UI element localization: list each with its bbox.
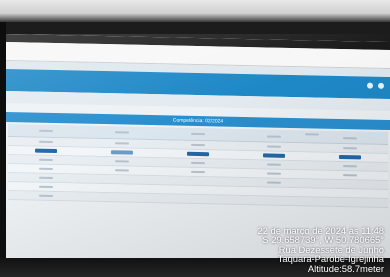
data-table (8, 124, 388, 209)
column-header (84, 126, 160, 140)
timestamp-altitude: Altitude:58.7meter (307, 262, 384, 274)
photo-timestamp-overlay: 22 de março de 2024 às 11:48 S 29.658739… (258, 226, 384, 273)
highlighted-cell[interactable] (339, 154, 361, 160)
bell-icon[interactable] (367, 82, 373, 89)
user-icon[interactable] (378, 82, 384, 89)
highlighted-cell[interactable] (35, 148, 57, 154)
column-header (8, 124, 84, 138)
highlighted-cell[interactable] (187, 151, 209, 157)
header-icons (367, 82, 384, 89)
section-title: Competência: 02/2024 (172, 117, 224, 125)
column-header (160, 127, 236, 141)
highlighted-cell[interactable] (263, 153, 285, 158)
highlighted-cell[interactable] (111, 150, 133, 155)
wall-background (0, 0, 390, 22)
